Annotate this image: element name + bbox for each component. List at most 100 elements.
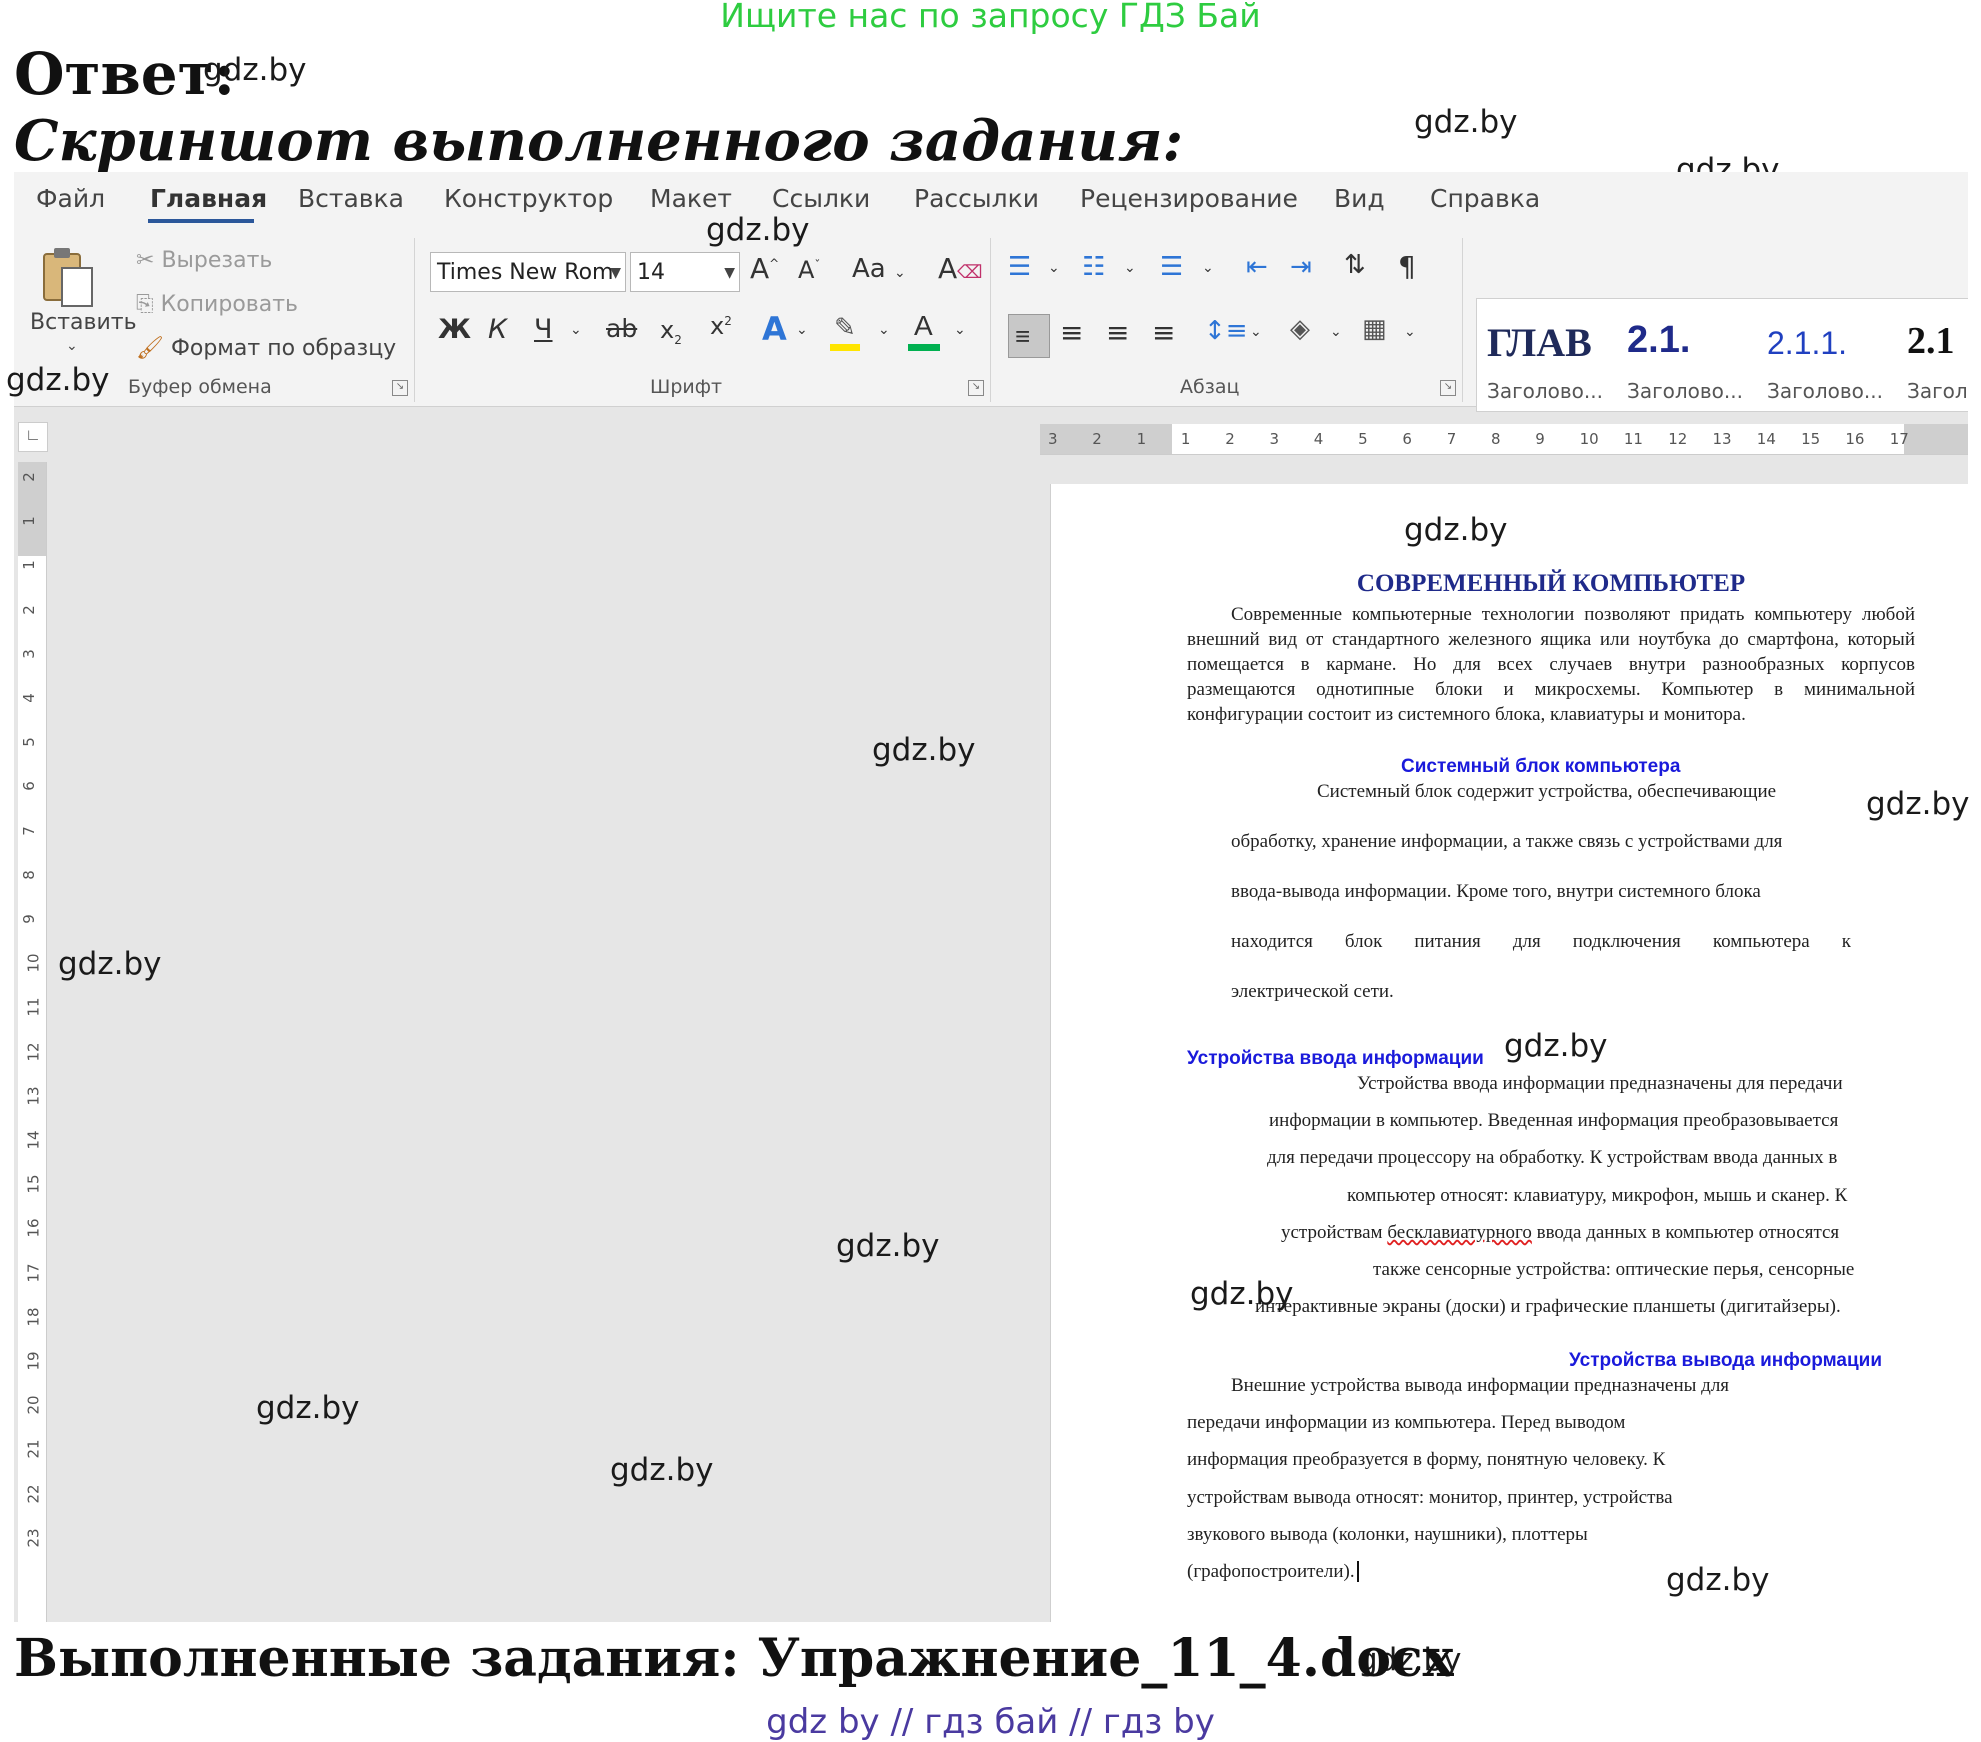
text-line: компьютер относят: клавиатуру, микрофон,… (1347, 1185, 1848, 1206)
scissors-icon: ✂ (136, 248, 162, 273)
shrink-font-button[interactable]: Aˇ (798, 256, 820, 284)
pilcrow-icon[interactable]: ¶ (1398, 250, 1416, 283)
strikethrough-button[interactable]: ab (606, 314, 637, 343)
chevron-down-icon[interactable]: ⌄ (1048, 260, 1060, 276)
ruler-tick-label: 2 (1092, 430, 1102, 448)
highlight-button[interactable]: ✎ (830, 312, 866, 352)
tab-selector-icon[interactable]: ∟ (18, 422, 48, 452)
font-color-swatch (908, 344, 940, 351)
ruler-margin-left (1040, 424, 1172, 454)
dialog-launcher-icon[interactable]: ↘ (1440, 380, 1456, 396)
chevron-down-icon[interactable]: ⌄ (1202, 260, 1214, 276)
cut-button[interactable]: ✂ Вырезать (136, 248, 272, 273)
copy-button[interactable]: ⎘ Копировать (136, 292, 298, 317)
ruler-tick-label: 12 (1668, 430, 1688, 448)
ruler-tick-label: 10 (24, 953, 43, 973)
align-center-icon[interactable]: ≡ (1060, 316, 1083, 349)
sort-icon[interactable]: ⇅ (1344, 250, 1366, 280)
chevron-down-icon[interactable]: ⌄ (1404, 324, 1416, 340)
font-group-label: Шрифт (650, 376, 723, 398)
chevron-down-icon[interactable]: ⌄ (954, 322, 966, 338)
style-sample: 2.1 (1907, 320, 1955, 362)
bold-button[interactable]: Ж (438, 314, 471, 345)
ruler-tick-label: 9 (19, 914, 38, 924)
horizontal-ruler[interactable]: 3 2 1 1 2 3 4 5 6 7 8 9 10 11 12 13 14 15 16 17 (1040, 424, 1968, 455)
watermark: gdz.by (1404, 512, 1508, 548)
tab-file[interactable]: Файл (36, 184, 105, 213)
text-effects-icon[interactable]: A (762, 310, 787, 348)
chevron-down-icon[interactable]: ⌄ (1250, 324, 1262, 340)
group-separator (990, 238, 991, 402)
underline-button[interactable]: Ч (534, 314, 553, 345)
increase-indent-icon[interactable]: ⇥ (1290, 252, 1312, 282)
tab-references[interactable]: Ссылки (772, 184, 870, 213)
style-heading-4[interactable]: 2.1 Загол (1897, 299, 1968, 411)
grow-font-button[interactable]: A^ (750, 252, 779, 285)
align-right-icon[interactable]: ≡ (1106, 316, 1129, 349)
line-spacing-icon[interactable]: ↕≡ (1204, 316, 1248, 346)
style-name: Загол (1907, 379, 1968, 403)
chevron-down-icon[interactable]: ⌄ (1124, 260, 1136, 276)
chevron-down-icon: ▼ (724, 265, 735, 281)
tab-review[interactable]: Рецензирование (1080, 184, 1298, 213)
paste-button[interactable] (36, 246, 106, 308)
style-heading-3[interactable]: 2.1.1. Заголово... (1757, 299, 1897, 411)
bullets-icon[interactable]: ☰ (1008, 252, 1031, 282)
styles-gallery: ГЛАВ Заголово... 2.1. Заголово... 2.1.1.… (1476, 298, 1968, 412)
watermark: gdz.by (872, 732, 976, 768)
align-left-button[interactable]: ≡ (1008, 314, 1050, 358)
ruler-tick-label: 13 (1712, 430, 1732, 448)
borders-icon[interactable]: ▦ (1362, 314, 1387, 344)
font-name-combo[interactable]: Times New Rom ▼ (430, 252, 626, 292)
tab-view[interactable]: Вид (1334, 184, 1385, 213)
ruler-tick-label: 21 (24, 1439, 43, 1459)
screenshot-caption: Скриншот выполненного задания: (14, 108, 1184, 174)
italic-button[interactable]: К (488, 314, 507, 345)
watermark: gdz.by (1414, 104, 1518, 140)
tab-insert[interactable]: Вставка (298, 184, 404, 213)
numbering-icon[interactable]: ☷ (1082, 252, 1105, 282)
text-line: электрической сети. (1231, 981, 1394, 1002)
font-size-combo[interactable]: 14 ▼ (630, 252, 740, 292)
font-color-button[interactable]: A (908, 310, 944, 352)
subscript-button[interactable]: x2 (660, 316, 682, 347)
superscript-button[interactable]: x2 (710, 312, 732, 340)
chevron-down-icon[interactable]: ⌄ (66, 338, 78, 354)
multilevel-list-icon[interactable]: ☰ (1160, 252, 1183, 282)
shading-icon[interactable]: ◈ (1290, 314, 1310, 344)
ruler-tick-label: 18 (24, 1307, 43, 1327)
chevron-down-icon[interactable]: ⌄ (1330, 324, 1342, 340)
style-heading-1[interactable]: ГЛАВ Заголово... (1477, 299, 1617, 411)
ruler-tick-label: 14 (1756, 430, 1776, 448)
chevron-down-icon[interactable]: ⌄ (570, 322, 582, 338)
ruler-tick-label: 5 (19, 737, 38, 747)
copy-label: Копировать (160, 292, 299, 317)
justify-icon[interactable]: ≡ (1152, 316, 1175, 349)
chevron-down-icon[interactable]: ⌄ (878, 322, 890, 338)
decrease-indent-icon[interactable]: ⇤ (1246, 252, 1268, 282)
tab-help[interactable]: Справка (1430, 184, 1540, 213)
style-sample: 2.1. (1627, 319, 1691, 361)
ruler-tick-label: 15 (1801, 430, 1821, 448)
vertical-ruler[interactable]: 2 1 1 2 3 4 5 6 7 8 9 10 11 12 13 14 15 16 17 18 19 20 21 22 23 (18, 462, 47, 1622)
misspelled-word[interactable]: бесклавиатурного (1387, 1222, 1532, 1243)
text-line: Устройства ввода информации предназначен… (1357, 1073, 1843, 1094)
ruler-tick-label: 16 (1845, 430, 1865, 448)
tab-mailings[interactable]: Рассылки (914, 184, 1039, 213)
ruler-tick-label: 19 (24, 1351, 43, 1371)
format-painter-button[interactable]: 🖌 Формат по образцу (136, 336, 396, 361)
clear-formatting-icon[interactable]: A⌫ (938, 252, 983, 285)
style-heading-2[interactable]: 2.1. Заголово... (1617, 299, 1757, 411)
dialog-launcher-icon[interactable]: ↘ (968, 380, 984, 396)
text-line: для передачи процессору на обработку. К … (1267, 1147, 1838, 1168)
chevron-down-icon[interactable]: ⌄ (796, 322, 808, 338)
tab-layout[interactable]: Макет (650, 184, 732, 213)
change-case-button[interactable]: Aa ⌄ (852, 254, 906, 284)
paste-label[interactable]: Вставить (30, 310, 137, 335)
ruler-tick-label: 1 (1180, 430, 1191, 448)
subscript-label: x (660, 316, 675, 344)
group-separator (414, 238, 415, 402)
tab-home[interactable]: Главная (150, 184, 267, 213)
dialog-launcher-icon[interactable]: ↘ (392, 380, 408, 396)
tab-design[interactable]: Конструктор (444, 184, 613, 213)
